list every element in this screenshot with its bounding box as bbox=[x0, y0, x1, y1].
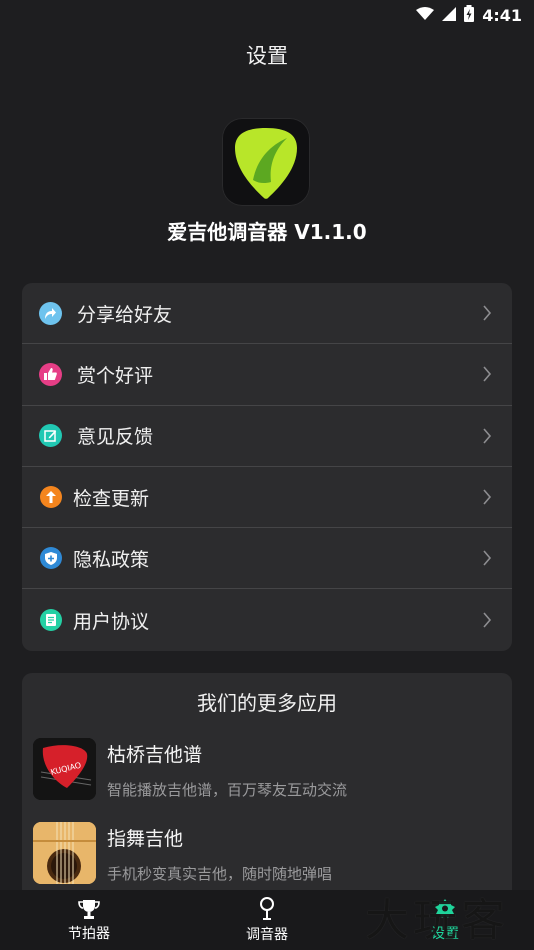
thumbs-up-icon bbox=[39, 362, 62, 386]
bottom-navigation: 节拍器 调音器 设置 bbox=[0, 890, 534, 950]
update-arrow-icon bbox=[40, 486, 62, 509]
chevron-right-icon bbox=[483, 550, 492, 566]
battery-charging-icon bbox=[464, 4, 475, 26]
app-item-kuqiao[interactable]: KUQIAO 枯桥吉他谱 智能播放吉他谱，百万琴友互动交流 bbox=[33, 738, 503, 802]
menu-label: 赏个好评 bbox=[77, 364, 154, 387]
chevron-right-icon bbox=[483, 305, 492, 321]
privacy-shield-icon bbox=[40, 547, 62, 570]
menu-label: 隐私政策 bbox=[73, 548, 150, 571]
chevron-right-icon bbox=[483, 428, 492, 444]
menu-item-privacy-policy[interactable]: 隐私政策 bbox=[22, 528, 512, 590]
more-apps-card: 我们的更多应用 KUQIAO 枯桥吉他谱 智能播放吉他谱，百万琴友互动交流 指舞 bbox=[22, 673, 512, 903]
wifi-icon bbox=[416, 6, 435, 25]
nav-tab-settings[interactable]: 设置 bbox=[356, 890, 534, 950]
status-time: 4:41 bbox=[482, 5, 522, 25]
menu-label: 用户协议 bbox=[73, 610, 150, 633]
menu-item-rate[interactable]: 赏个好评 bbox=[22, 344, 512, 406]
app-version-title: 爱吉他调音器 V1.1.0 bbox=[167, 220, 367, 244]
nav-label: 调音器 bbox=[246, 926, 288, 943]
status-bar: 4:41 bbox=[0, 0, 534, 30]
menu-label: 分享给好友 bbox=[77, 303, 173, 326]
menu-label: 检查更新 bbox=[73, 487, 150, 510]
menu-item-check-update[interactable]: 检查更新 bbox=[22, 467, 512, 529]
menu-item-feedback[interactable]: 意见反馈 bbox=[22, 406, 512, 467]
app-item-zhiwu[interactable]: 指舞吉他 手机秒变真实吉他，随时随地弹唱 bbox=[33, 822, 503, 886]
page-title: 设置 bbox=[246, 44, 288, 68]
app-name: 枯桥吉他谱 bbox=[107, 744, 203, 766]
guitar-pick-logo bbox=[235, 128, 297, 199]
chevron-right-icon bbox=[483, 489, 492, 505]
app-logo bbox=[222, 118, 310, 206]
nav-tab-tuner[interactable]: 调音器 bbox=[178, 890, 356, 950]
trophy-icon bbox=[78, 899, 100, 919]
settings-menu: 分享给好友 赏个好评 意见反馈 检查更新 隐私政策 用户协议 bbox=[22, 283, 512, 651]
app-name: 指舞吉他 bbox=[107, 828, 184, 850]
chevron-right-icon bbox=[483, 612, 492, 628]
agreement-doc-icon bbox=[40, 609, 62, 632]
chevron-right-icon bbox=[483, 366, 492, 382]
kuqiao-app-thumbnail: KUQIAO bbox=[33, 738, 96, 800]
menu-item-user-agreement[interactable]: 用户协议 bbox=[22, 589, 512, 650]
app-description: 智能播放吉他谱，百万琴友互动交流 bbox=[107, 781, 348, 799]
menu-item-share[interactable]: 分享给好友 bbox=[22, 283, 512, 345]
zhiwu-app-thumbnail bbox=[33, 822, 96, 884]
settings-icon bbox=[435, 898, 455, 918]
signal-icon bbox=[442, 6, 457, 25]
menu-label: 意见反馈 bbox=[77, 426, 154, 449]
app-description: 手机秒变真实吉他，随时随地弹唱 bbox=[107, 865, 333, 883]
more-apps-title: 我们的更多应用 bbox=[197, 691, 337, 715]
tuning-pin-icon bbox=[260, 896, 274, 920]
feedback-edit-icon bbox=[39, 424, 62, 448]
share-icon bbox=[39, 301, 62, 325]
nav-label: 设置 bbox=[431, 925, 459, 942]
nav-label: 节拍器 bbox=[68, 925, 110, 942]
nav-tab-metronome[interactable]: 节拍器 bbox=[0, 890, 178, 950]
